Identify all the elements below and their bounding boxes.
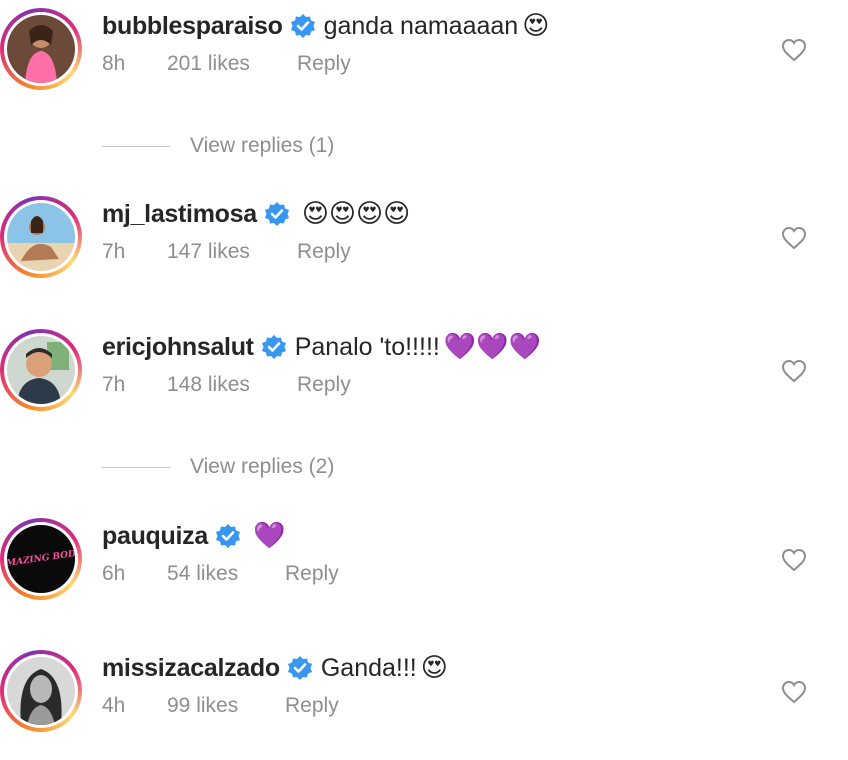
comment-item: ericjohnsalut Panalo 'to!!!!! 💜💜💜 7h 148… <box>0 329 848 439</box>
divider <box>102 145 170 147</box>
verified-badge-icon <box>264 202 289 226</box>
like-heart-icon[interactable] <box>781 359 807 383</box>
purple-heart-emoji: 💜 <box>252 521 286 551</box>
story-ring[interactable]: AMAZING BODY <box>0 518 82 600</box>
comment-item: mj_lastimosa 😍😍😍😍 7h 147 likes Reply <box>0 196 848 306</box>
heart-eyes-emoji: 😍😍😍😍 <box>301 199 411 229</box>
reply-button[interactable]: Reply <box>285 562 339 586</box>
avatar-logo-text: AMAZING BODY <box>7 548 75 570</box>
comment-item: bubblesparaiso ganda namaaaan 😍 8h 201 l… <box>0 8 848 118</box>
comment-text: Ganda!!! <box>320 653 417 682</box>
reply-button[interactable]: Reply <box>297 373 351 397</box>
verified-badge-icon <box>290 14 315 38</box>
like-count[interactable]: 99 likes <box>167 694 285 718</box>
reply-button[interactable]: Reply <box>285 694 339 718</box>
divider <box>102 466 170 468</box>
story-ring[interactable] <box>0 650 82 732</box>
view-replies-link[interactable]: View replies (2) <box>102 452 502 482</box>
avatar[interactable] <box>7 657 75 725</box>
username[interactable]: mj_lastimosa <box>102 200 257 229</box>
comment-time: 6h <box>102 562 126 585</box>
like-count[interactable]: 148 likes <box>167 373 297 397</box>
avatar[interactable] <box>7 336 75 404</box>
like-heart-icon[interactable] <box>781 38 807 62</box>
like-count[interactable]: 201 likes <box>167 52 297 76</box>
username[interactable]: missizacalzado <box>102 654 280 683</box>
comment-time: 4h <box>102 694 126 717</box>
comment-text: ganda namaaaan <box>323 11 519 40</box>
verified-badge-icon <box>215 524 240 548</box>
reply-button[interactable]: Reply <box>297 52 351 76</box>
story-ring[interactable] <box>0 329 82 411</box>
avatar[interactable]: AMAZING BODY <box>7 525 75 593</box>
story-ring[interactable] <box>0 196 82 278</box>
verified-badge-icon <box>287 656 312 680</box>
comment-item: AMAZING BODY pauquiza 💜 6h 54 likes Repl… <box>0 518 848 628</box>
comment-time: 8h <box>102 52 126 75</box>
like-count[interactable]: 54 likes <box>167 562 285 586</box>
like-count[interactable]: 147 likes <box>167 240 297 264</box>
avatar[interactable] <box>7 203 75 271</box>
comment-item: missizacalzado Ganda!!! 😍 4h 99 likes Re… <box>0 650 848 760</box>
purple-heart-emoji: 💜💜💜 <box>443 332 541 362</box>
verified-badge-icon <box>261 335 286 359</box>
comment-time: 7h <box>102 240 126 263</box>
view-replies-link[interactable]: View replies (1) <box>102 131 502 161</box>
heart-eyes-emoji: 😍 <box>522 11 550 41</box>
comment-time: 7h <box>102 373 126 396</box>
avatar[interactable] <box>7 15 75 83</box>
story-ring[interactable] <box>0 8 82 90</box>
username[interactable]: ericjohnsalut <box>102 333 254 362</box>
reply-button[interactable]: Reply <box>297 240 351 264</box>
like-heart-icon[interactable] <box>781 226 807 250</box>
username[interactable]: bubblesparaiso <box>102 12 283 41</box>
heart-eyes-emoji: 😍 <box>420 653 448 683</box>
like-heart-icon[interactable] <box>781 680 807 704</box>
username[interactable]: pauquiza <box>102 522 208 551</box>
comment-text: Panalo 'to!!!!! <box>294 332 440 361</box>
like-heart-icon[interactable] <box>781 548 807 572</box>
